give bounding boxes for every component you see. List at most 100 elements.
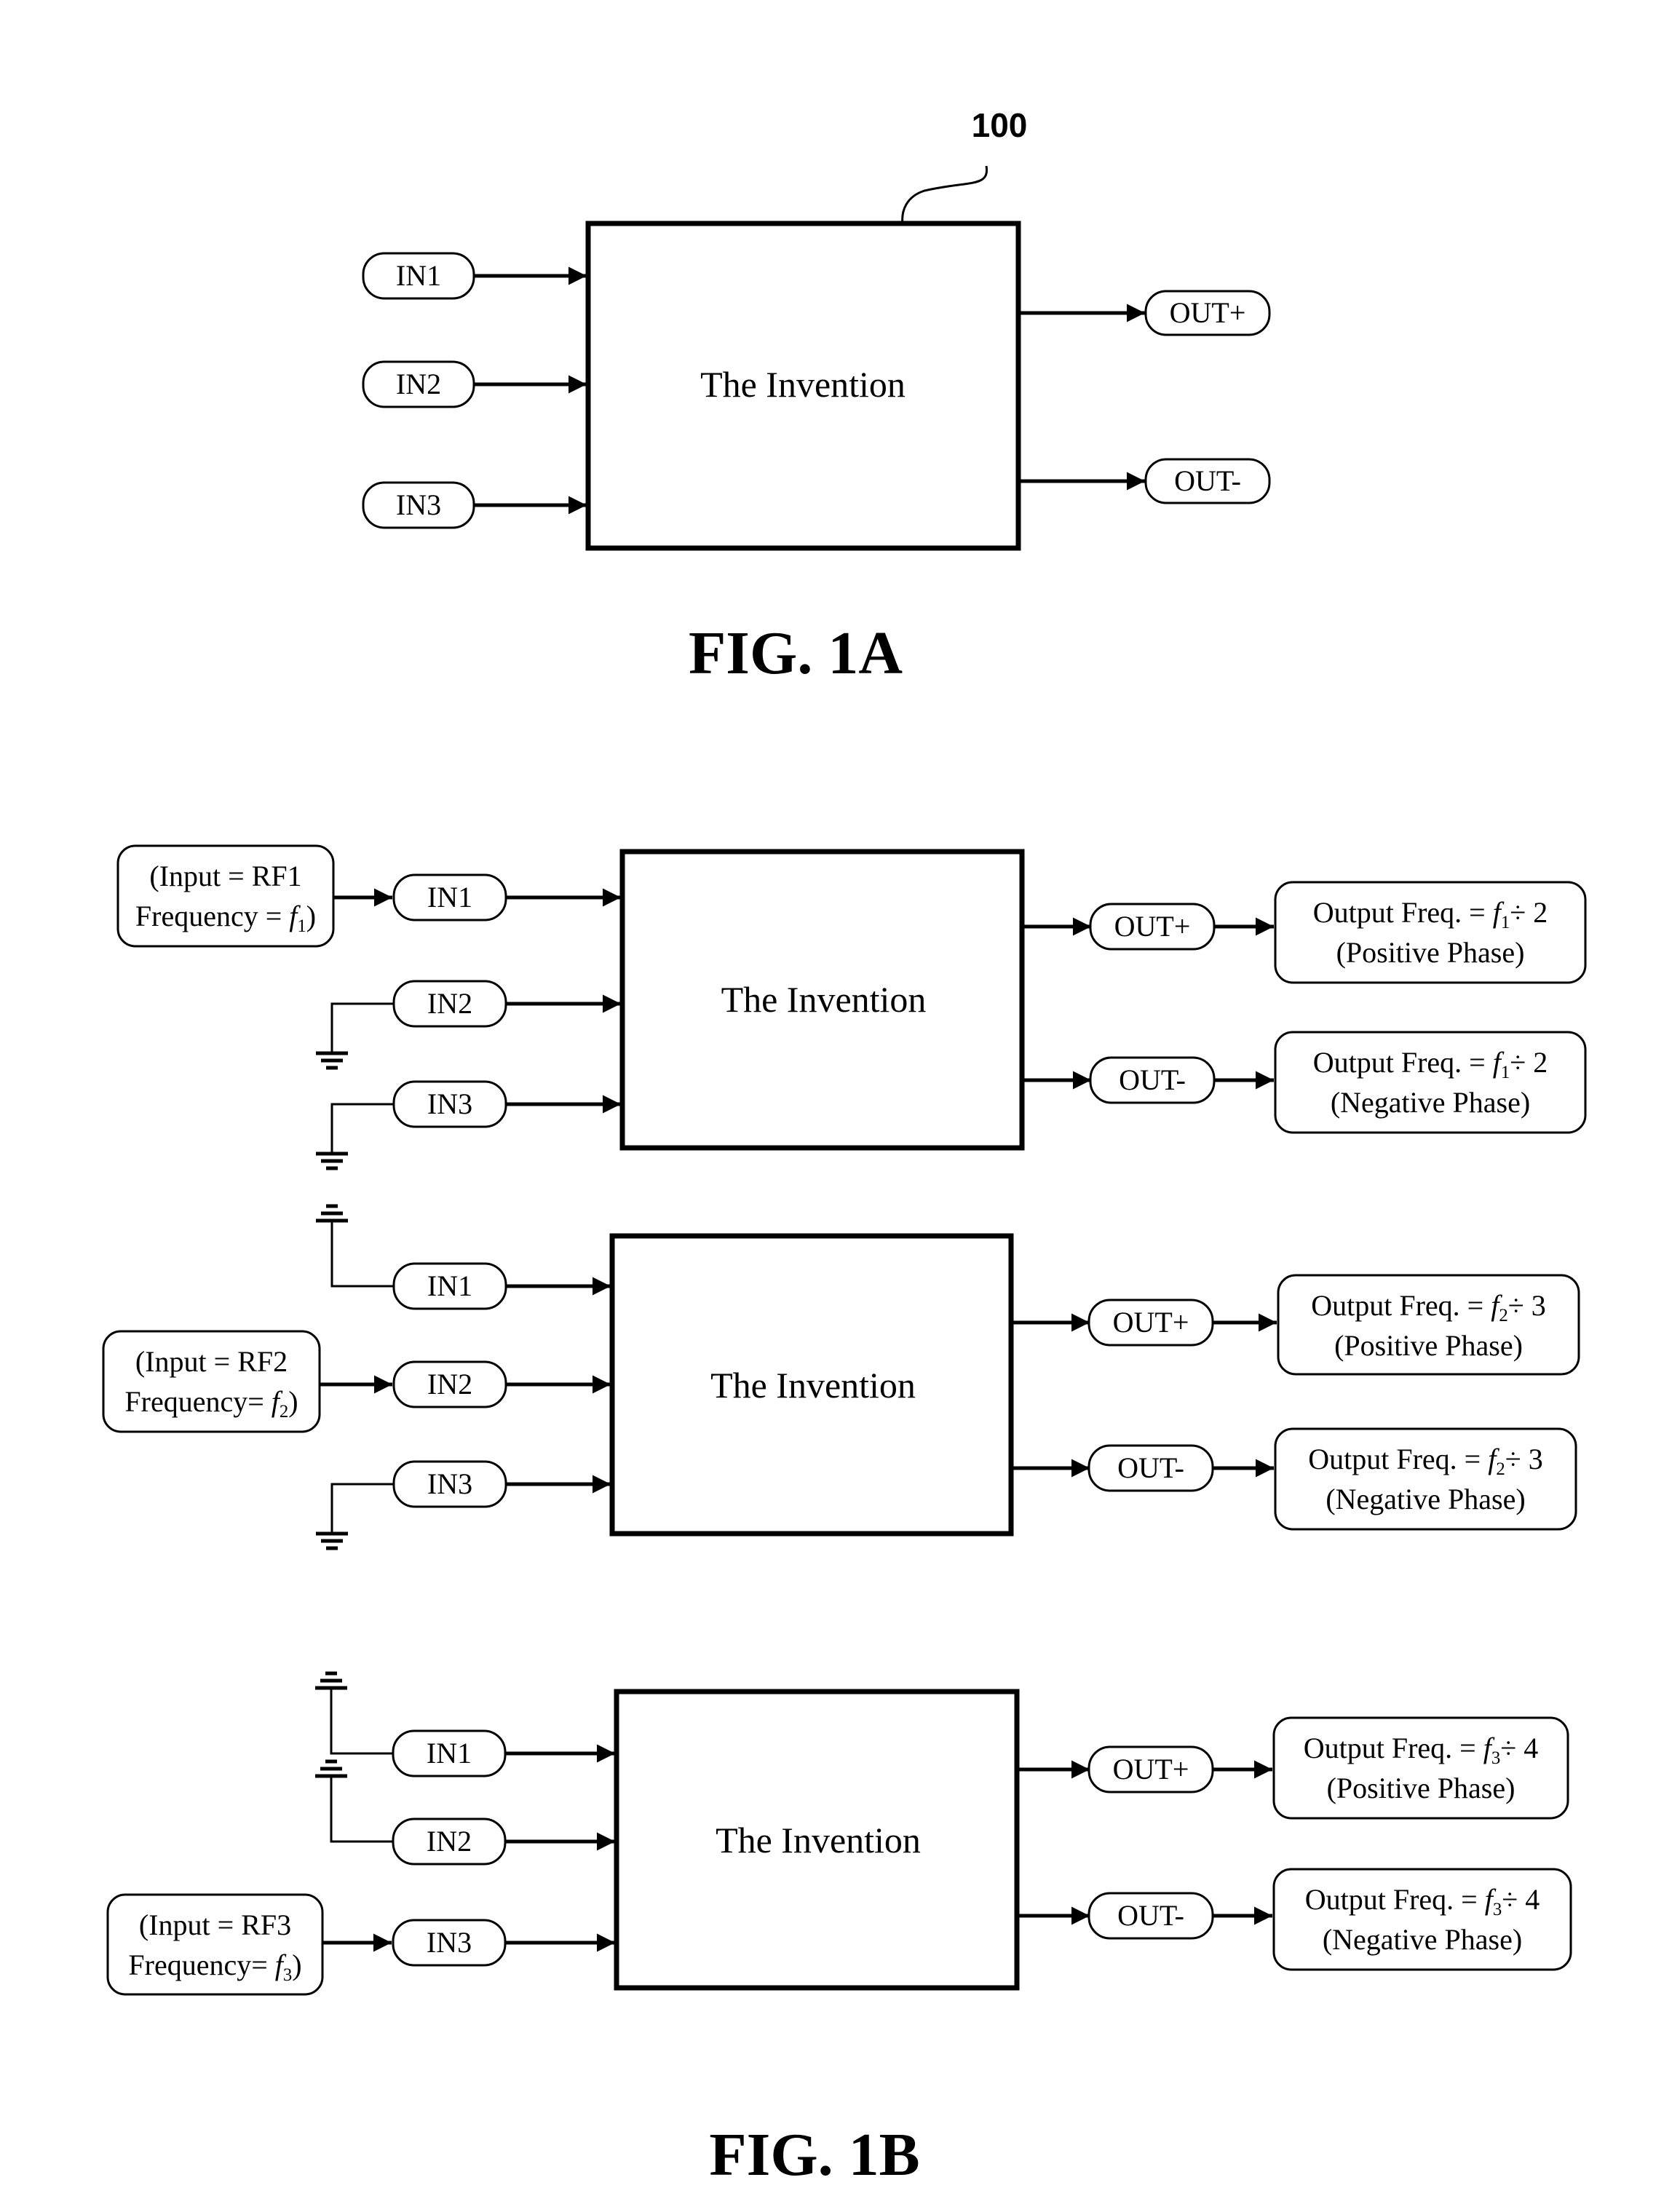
ground-wire-in1 [330, 1688, 393, 1755]
output-pin-out-minus: OUT- [1087, 1892, 1214, 1940]
input-pin-in3: IN3 [362, 481, 475, 529]
input-pin-in1: IN1 [392, 1729, 507, 1777]
input-pin-in3-label: IN3 [427, 1926, 472, 1959]
input-pin-in3-label: IN3 [427, 1087, 472, 1120]
figure-caption-1a: FIG. 1A [689, 619, 903, 687]
rf-source-line2-text: Frequency= [124, 1385, 271, 1418]
output-pin-out-minus: OUT- [1089, 1056, 1216, 1104]
output-frequency-line1-suffix: ÷ 4 [1500, 1732, 1538, 1764]
input-pin-in2-label: IN2 [396, 368, 441, 400]
rf-source-line2: Frequency = f1) [135, 900, 316, 936]
rf-source-line2: Frequency= f3) [128, 1949, 301, 1985]
ground-symbol-in3 [316, 1151, 348, 1170]
output-frequency-box: Output Freq. = f2÷ 3 (Negative Phase) [1274, 1427, 1577, 1531]
rf-source-line1: (Input = RF2 [135, 1345, 288, 1378]
reference-leader-line [901, 165, 988, 224]
frequency-subscript: 2 [1496, 1459, 1505, 1479]
output-pin-out-minus: OUT- [1144, 458, 1271, 504]
rf-source-box: (Input = RF3 Frequency= f3) [106, 1893, 324, 1996]
rf-source-line2-suffix: ) [306, 900, 316, 932]
output-frequency-line1: Output Freq. = f2÷ 3 [1308, 1443, 1542, 1479]
output-pin-out-plus: OUT+ [1087, 1745, 1214, 1793]
frequency-subscript: 2 [1499, 1306, 1507, 1325]
rf-source-line2-suffix: ) [292, 1949, 301, 1981]
output-frequency-line1-suffix: ÷ 2 [1510, 1046, 1548, 1079]
input-pin-in2-label: IN2 [427, 987, 472, 1020]
input-pin-in2: IN2 [392, 1817, 507, 1866]
output-frequency-box: Output Freq. = f1÷ 2 (Positive Phase) [1274, 881, 1587, 984]
output-pin-out-minus-label: OUT- [1117, 1899, 1184, 1932]
output-phase-label: (Positive Phase) [1327, 1772, 1515, 1804]
output-frequency-line1: Output Freq. = f3÷ 4 [1305, 1883, 1540, 1919]
invention-block-label: The Invention [700, 364, 906, 405]
output-frequency-line1-text: Output Freq. = [1305, 1883, 1485, 1916]
input-pin-in3: IN3 [392, 1460, 507, 1508]
output-pin-out-plus: OUT+ [1144, 290, 1271, 336]
output-frequency-line1-text: Output Freq. = [1311, 1289, 1491, 1322]
input-pin-in1-label: IN1 [396, 259, 441, 292]
output-frequency-line1: Output Freq. = f1÷ 2 [1313, 896, 1548, 932]
reference-numeral-100: 100 [972, 106, 1028, 144]
invention-block-label: The Invention [716, 1820, 921, 1860]
output-frequency-box: Output Freq. = f3÷ 4 (Positive Phase) [1272, 1716, 1569, 1820]
input-pin-in2: IN2 [362, 360, 475, 408]
output-frequency-line1-text: Output Freq. = [1308, 1443, 1488, 1475]
ground-symbol-in3 [316, 1531, 348, 1550]
frequency-subscript: 2 [280, 1402, 288, 1422]
input-pin-in1-label: IN1 [427, 881, 472, 913]
input-pin-in2-label: IN2 [427, 1368, 472, 1400]
rf-source-line1: (Input = RF3 [139, 1908, 291, 1941]
input-pin-in1: IN1 [362, 252, 475, 300]
input-pin-in3-label: IN3 [396, 488, 441, 521]
frequency-subscript: 3 [1493, 1900, 1502, 1919]
output-pin-out-minus-label: OUT- [1174, 464, 1241, 497]
input-pin-in1: IN1 [392, 1262, 507, 1310]
frequency-subscript: 3 [283, 1965, 292, 1985]
output-frequency-line1: Output Freq. = f1÷ 2 [1313, 1046, 1548, 1082]
output-pin-out-plus-label: OUT+ [1113, 1753, 1189, 1785]
ground-wire-in2 [330, 1002, 394, 1053]
rf-source-box: (Input = RF2 Frequency= f2) [102, 1330, 321, 1433]
ground-wire-in3 [330, 1103, 394, 1154]
output-pin-out-plus-label: OUT+ [1113, 1306, 1189, 1339]
input-pin-in3-label: IN3 [427, 1467, 472, 1500]
frequency-subscript: 1 [1501, 1063, 1510, 1082]
ground-wire-in3 [330, 1483, 394, 1534]
frequency-subscript: 3 [1491, 1748, 1500, 1768]
output-pin-out-minus-label: OUT- [1117, 1451, 1184, 1484]
input-pin-in1: IN1 [392, 873, 507, 921]
output-frequency-line1-suffix: ÷ 4 [1502, 1883, 1540, 1916]
ground-wire-in1 [330, 1221, 394, 1288]
output-pin-out-plus: OUT+ [1089, 903, 1216, 951]
output-phase-label: (Negative Phase) [1326, 1483, 1525, 1515]
output-frequency-line1-suffix: ÷ 3 [1508, 1289, 1546, 1322]
output-frequency-line1-text: Output Freq. = [1313, 896, 1493, 929]
rf-source-line2-text: Frequency= [128, 1949, 274, 1981]
ground-symbol-in1 [315, 1671, 347, 1690]
rf-source-line2-text: Frequency = [135, 900, 289, 932]
rf-source-box: (Input = RF1 Frequency = f1) [116, 844, 335, 948]
configuration-3: The Invention IN1 IN2 IN3 (Input = RF3 Freque… [106, 1671, 1572, 1996]
input-pin-in3: IN3 [392, 1919, 507, 1967]
input-pin-in1-label: IN1 [427, 1269, 472, 1302]
input-pin-in2: IN2 [392, 980, 507, 1028]
output-frequency-line1-suffix: ÷ 2 [1510, 896, 1548, 929]
output-pin-out-minus: OUT- [1087, 1444, 1214, 1492]
output-phase-label: (Positive Phase) [1336, 936, 1525, 969]
ground-symbol-in1 [316, 1204, 348, 1223]
ground-symbol-in2 [315, 1759, 347, 1778]
output-frequency-line1-text: Output Freq. = [1313, 1046, 1493, 1079]
rf-source-line2: Frequency= f2) [124, 1385, 298, 1422]
output-phase-label: (Negative Phase) [1323, 1923, 1522, 1956]
input-pin-in3: IN3 [392, 1080, 507, 1128]
input-pin-in2-label: IN2 [427, 1825, 472, 1858]
ground-wire-in2 [330, 1776, 393, 1843]
ground-symbol-in2 [316, 1051, 348, 1070]
output-frequency-box: Output Freq. = f3÷ 4 (Negative Phase) [1272, 1868, 1572, 1971]
frequency-subscript: 1 [297, 916, 306, 936]
output-pin-out-plus: OUT+ [1087, 1299, 1214, 1347]
output-phase-label: (Negative Phase) [1331, 1086, 1530, 1119]
output-pin-out-plus-label: OUT+ [1114, 910, 1191, 943]
input-pin-in2: IN2 [392, 1360, 507, 1408]
configuration-2: The Invention IN1 IN2 (Input = RF2 Frequency… [102, 1204, 1580, 1550]
